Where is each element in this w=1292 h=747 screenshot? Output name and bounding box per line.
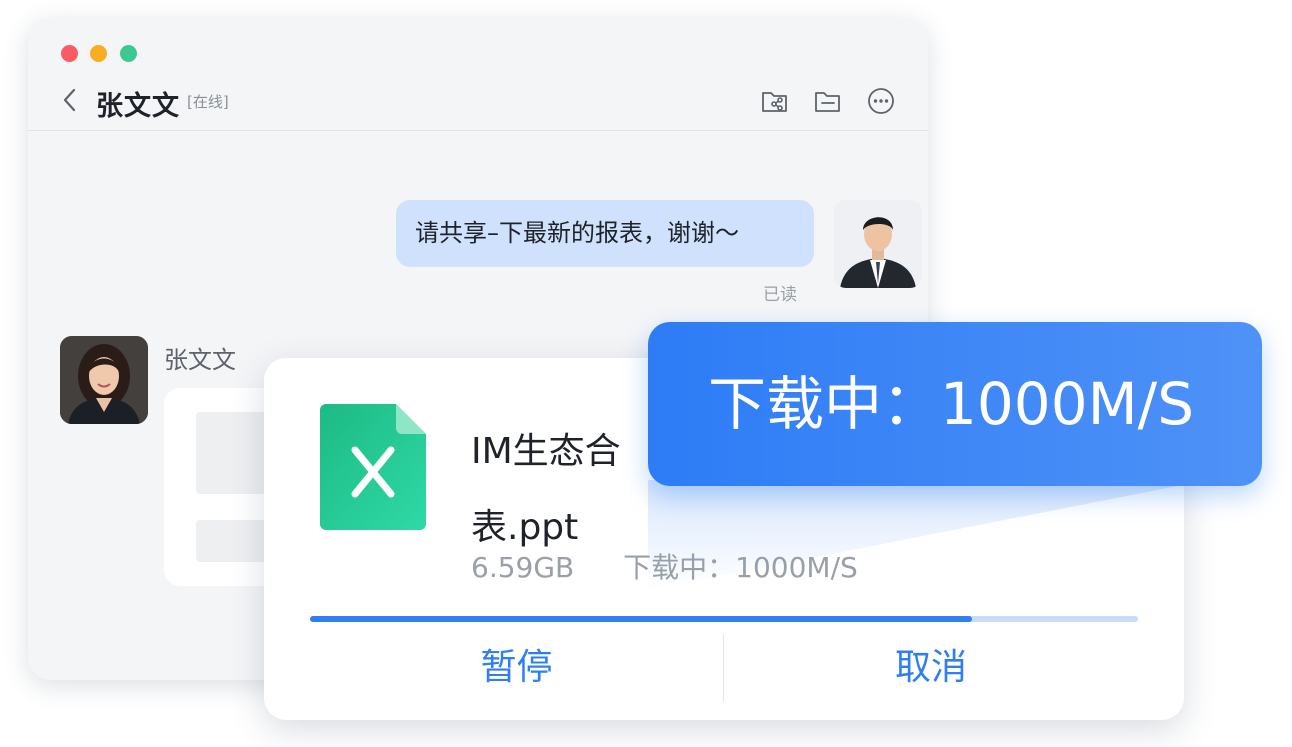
file-size: 6.59GB [471, 551, 575, 584]
progress-track [310, 616, 1138, 622]
file-meta: 6.59GB 下载中：1000M/S [471, 546, 858, 586]
read-receipt: 已读 [763, 285, 797, 305]
minimize-window-button[interactable] [90, 45, 107, 62]
woman-avatar-icon [60, 336, 148, 424]
download-speed-callout: 下载中：1000M/S [648, 322, 1262, 486]
close-window-button[interactable] [61, 45, 78, 62]
download-status: 下载中：1000M/S [623, 551, 858, 584]
man-avatar-icon [834, 200, 922, 288]
maximize-window-button[interactable] [120, 45, 137, 62]
contact-name: 张文文 [96, 91, 180, 122]
share-folder-icon[interactable] [761, 87, 789, 115]
pause-button[interactable]: 暂停 [310, 634, 723, 702]
folder-icon[interactable] [814, 87, 842, 115]
contact-status: [在线] [187, 93, 229, 111]
contact-avatar[interactable] [60, 336, 148, 424]
more-icon[interactable] [867, 87, 895, 115]
outgoing-message-bubble[interactable]: 请共享–下最新的报表，谢谢～ [396, 200, 814, 267]
excel-file-icon [320, 404, 426, 530]
cancel-button[interactable]: 取消 [724, 634, 1138, 702]
back-arrow-icon[interactable] [58, 86, 82, 114]
sender-name: 张文文 [164, 346, 236, 374]
progress-fill [310, 616, 973, 622]
header-divider [28, 130, 928, 131]
my-avatar[interactable] [834, 200, 922, 288]
